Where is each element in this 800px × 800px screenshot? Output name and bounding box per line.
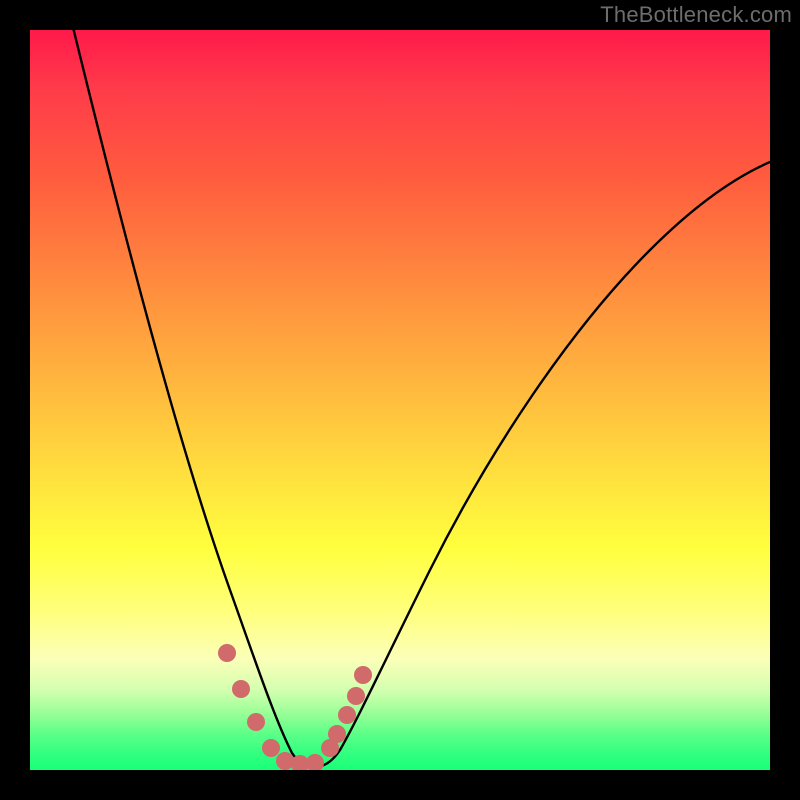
- marker-dot: [276, 752, 294, 770]
- marker-dot: [262, 739, 280, 757]
- marker-dot: [232, 680, 250, 698]
- watermark-text: TheBottleneck.com: [600, 2, 792, 28]
- marker-dot: [247, 713, 265, 731]
- plot-area: [30, 30, 770, 770]
- marker-dot: [354, 666, 372, 684]
- marker-group: [218, 644, 372, 770]
- marker-dot: [328, 725, 346, 743]
- marker-dot: [347, 687, 365, 705]
- marker-dot: [218, 644, 236, 662]
- marker-dot: [306, 754, 324, 770]
- bottleneck-curve-svg: [30, 30, 770, 770]
- marker-dot: [338, 706, 356, 724]
- bottleneck-curve: [70, 30, 770, 767]
- chart-frame: TheBottleneck.com: [0, 0, 800, 800]
